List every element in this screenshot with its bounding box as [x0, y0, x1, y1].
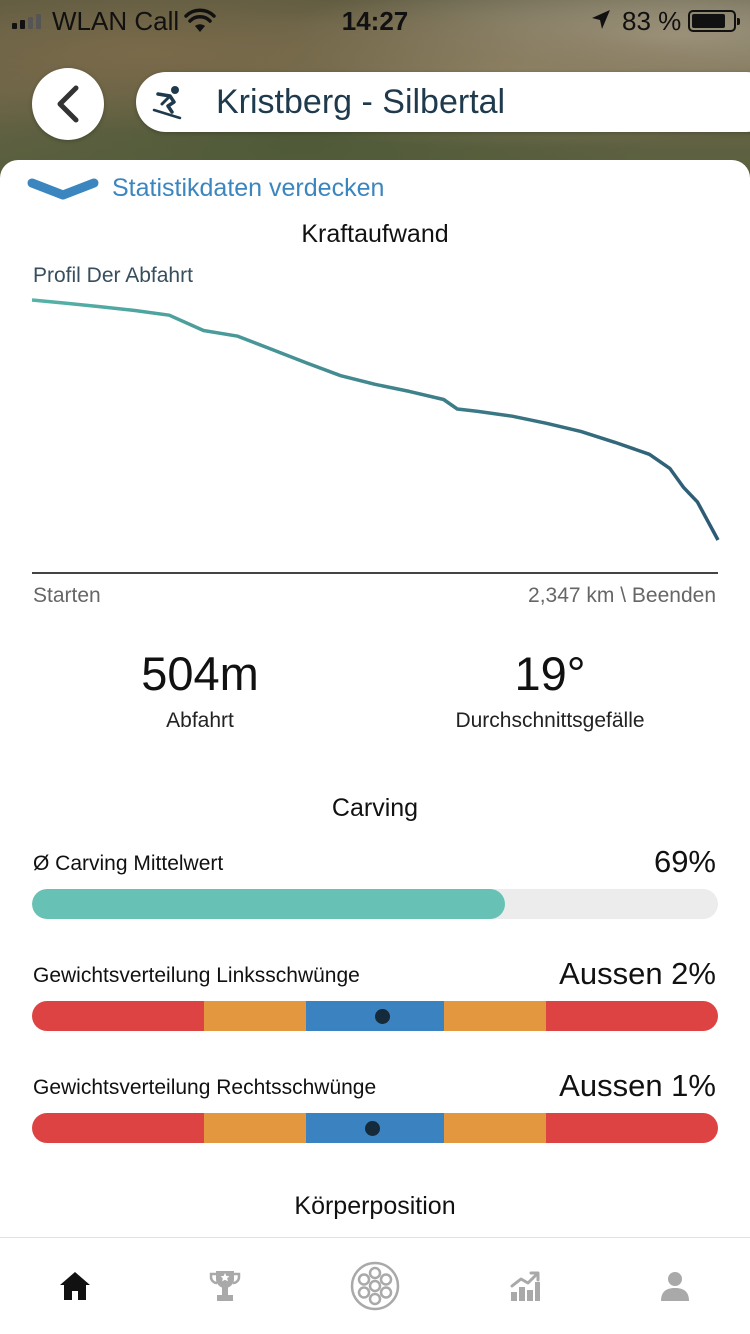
- chart-axis: [32, 572, 718, 574]
- distribution-segment: [32, 1113, 204, 1143]
- start-label: Starten: [33, 584, 101, 607]
- left-turns-distribution-bar: [32, 1001, 718, 1031]
- distribution-marker: [374, 1009, 390, 1024]
- distribution-segment: [546, 1113, 718, 1143]
- descent-label: Abfahrt: [166, 709, 234, 732]
- tab-profile[interactable]: [600, 1238, 750, 1334]
- body-position-title: Körperposition: [294, 1192, 456, 1220]
- average-slope-label: Durchschnittsgefälle: [455, 709, 645, 732]
- run-title: Kristberg - Silbertal: [216, 82, 506, 121]
- distribution-segment: [443, 1113, 547, 1143]
- descent-profile-chart: [31, 298, 720, 541]
- distribution-segment: [443, 1001, 547, 1031]
- status-bar: WLAN Call 14:27 83 %: [0, 0, 750, 40]
- descent-value: 504m: [141, 647, 259, 700]
- trophy-icon: [209, 1271, 241, 1301]
- hide-statistics-toggle[interactable]: Statistikdaten verdecken: [26, 174, 384, 203]
- left-turns-label: Gewichtsverteilung Linksschwünge: [33, 964, 360, 987]
- carving-average-value: 69%: [653, 844, 716, 879]
- tab-bar: [0, 1237, 750, 1334]
- descent-profile-line: [31, 298, 720, 541]
- distribution-segment: [32, 1001, 204, 1031]
- distribution-segment: [203, 1113, 307, 1143]
- distribution-segment: [546, 1001, 718, 1031]
- run-title-header: Kristberg - Silbertal: [136, 72, 750, 132]
- descent-stat: 504m Abfahrt: [20, 646, 380, 733]
- home-icon: [60, 1272, 90, 1300]
- location-arrow-icon: [592, 10, 610, 29]
- chevron-down-icon: [27, 178, 99, 199]
- back-button[interactable]: [32, 68, 104, 140]
- distribution-segment: [203, 1001, 307, 1031]
- tab-carv[interactable]: [300, 1238, 450, 1334]
- distribution-marker: [364, 1121, 380, 1136]
- tab-home[interactable]: [0, 1238, 150, 1334]
- end-label: 2,347 km \ Beenden: [528, 584, 716, 607]
- battery-icon: [688, 10, 740, 32]
- carving-average-bar: [32, 889, 718, 919]
- tab-statistics[interactable]: [450, 1238, 600, 1334]
- carving-title: Carving: [331, 794, 419, 822]
- skier-icon: [152, 86, 182, 120]
- right-turns-distribution-bar: [32, 1113, 718, 1143]
- right-turns-value: Aussen 1%: [559, 1068, 716, 1103]
- right-turns-label: Gewichtsverteilung Rechtsschwünge: [33, 1076, 377, 1099]
- carving-average-label: Ø Carving Mittelwert: [33, 852, 224, 875]
- average-slope-stat: 19° Durchschnittsgefälle: [370, 646, 730, 733]
- statistics-sheet: Statistikdaten verdecken Kraftaufwand Pr…: [0, 160, 750, 1240]
- carving-average-fill: [32, 889, 506, 919]
- profile-icon: [661, 1272, 689, 1301]
- carv-logo-icon: [350, 1261, 400, 1311]
- average-slope-value: 19°: [514, 647, 586, 700]
- stats-icon: [510, 1271, 540, 1301]
- chevron-left-icon: [57, 85, 79, 123]
- tab-achievements[interactable]: [150, 1238, 300, 1334]
- hide-statistics-label: Statistikdaten verdecken: [112, 174, 385, 202]
- battery-percent: 83 %: [622, 6, 682, 36]
- left-turns-value: Aussen 2%: [559, 956, 716, 991]
- effort-title: Kraftaufwand: [301, 220, 449, 248]
